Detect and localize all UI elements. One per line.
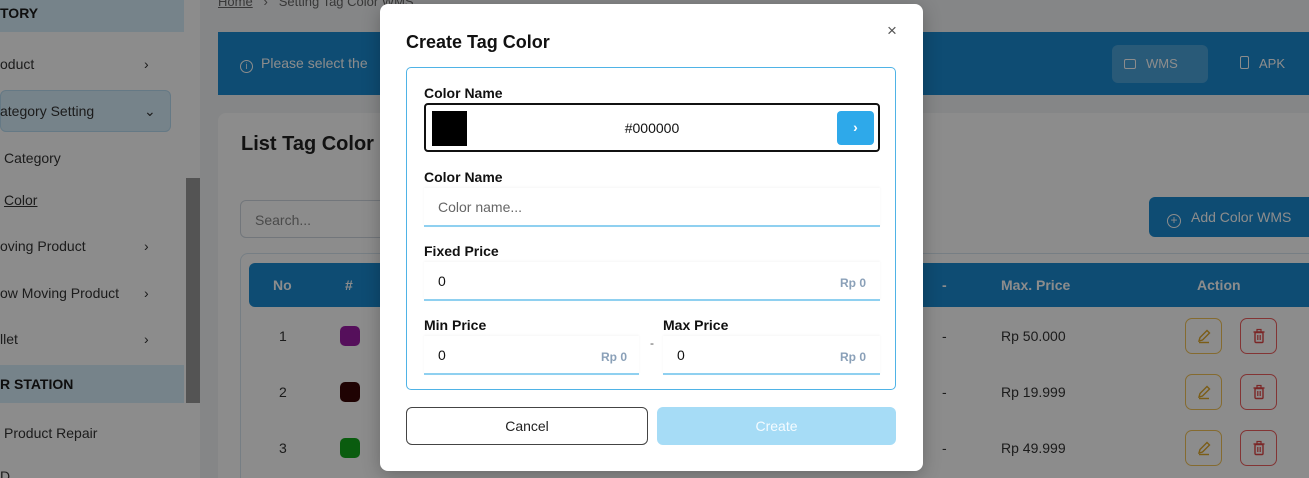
- color-picker-field[interactable]: #000000 ›: [424, 103, 880, 152]
- dialog-title: Create Tag Color: [406, 32, 550, 52]
- min-price-label: Min Price: [424, 317, 487, 333]
- color-hex-value: #000000: [624, 120, 680, 136]
- max-price-field-wrap: Rp 0: [663, 336, 880, 375]
- range-separator: -: [650, 336, 654, 350]
- fixed-price-label: Fixed Price: [424, 243, 499, 259]
- color-name-input[interactable]: [424, 188, 880, 225]
- max-price-suffix: Rp 0: [839, 350, 866, 364]
- fixed-price-suffix: Rp 0: [839, 276, 866, 290]
- color-picker-open-button[interactable]: ›: [837, 111, 874, 145]
- min-price-suffix: Rp 0: [600, 350, 627, 364]
- create-button[interactable]: Create: [657, 407, 896, 445]
- close-icon[interactable]: ×: [887, 21, 897, 41]
- color-name-field-wrap: [424, 188, 880, 227]
- color-name-label: Color Name: [424, 169, 503, 185]
- chevron-right-icon: ›: [853, 119, 858, 135]
- cancel-button[interactable]: Cancel: [406, 407, 648, 445]
- min-price-field-wrap: Rp 0: [424, 336, 639, 375]
- color-picker-label: Color Name: [424, 85, 503, 101]
- max-price-label: Max Price: [663, 317, 729, 333]
- create-tag-color-dialog: Create Tag Color × Color Name #000000 › …: [380, 4, 923, 471]
- form-panel: Color Name #000000 › Color Name Fixed Pr…: [406, 67, 896, 390]
- fixed-price-field-wrap: Rp 0: [424, 262, 880, 301]
- fixed-price-input[interactable]: [424, 262, 880, 299]
